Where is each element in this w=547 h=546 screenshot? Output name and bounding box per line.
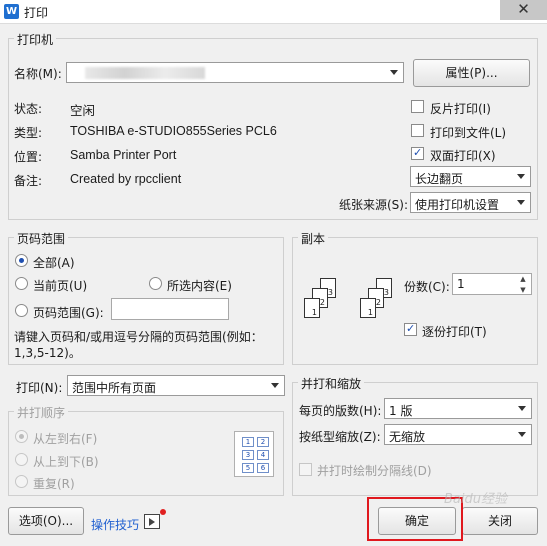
chevron-down-icon [390,70,398,75]
type-label: 类型: [14,126,43,140]
page-range-legend: 页码范围 [14,230,69,247]
duplex-mode-value: 长边翻页 [415,172,464,186]
order-top-to-bottom-label: 从上到下(B) [33,455,99,469]
options-button[interactable]: 选项(O)... [8,507,84,535]
chevron-down-icon [518,406,526,411]
paper-source-label: 纸张来源(S): [339,198,409,212]
range-current-radio[interactable] [15,277,28,290]
status-value: 空闲 [70,104,96,118]
scale-value: 无缩放 [389,430,426,444]
printer-name-select[interactable] [66,62,404,83]
order-cell: 4 [257,450,269,460]
draw-lines-checkbox[interactable] [299,463,312,476]
collate-pages-icon: 3 2 1 3 2 1 [302,278,392,334]
order-preview: 1 2 3 4 5 6 [234,431,274,477]
range-pages-radio[interactable] [15,304,28,317]
printer-group-legend: 打印机 [14,31,57,48]
play-triangle-icon [149,518,155,526]
page-range-input[interactable] [111,298,229,320]
status-label: 状态: [14,102,43,116]
comment-value: Created by rpcclient [70,172,182,186]
chevron-down-icon [271,383,279,388]
chevron-down-icon [517,174,525,179]
print-to-file-checkbox[interactable] [411,124,424,137]
duplex-checkbox[interactable] [411,146,424,160]
print-what-value: 范围中所有页面 [72,381,157,395]
zoom-legend: 并打和缩放 [298,375,365,392]
draw-lines-label: 并打时绘制分隔线(D) [317,464,432,478]
pages-per-sheet-label: 每页的版数(H): [299,404,382,418]
scale-label: 按纸型缩放(Z): [299,430,381,444]
reverse-print-checkbox[interactable] [411,100,424,113]
print-what-select[interactable]: 范围中所有页面 [67,375,285,396]
order-legend: 并打顺序 [14,404,69,421]
duplex-label: 双面打印(X) [430,149,496,163]
range-selection-label: 所选内容(E) [167,279,232,293]
paper-source-value: 使用打印机设置 [415,198,500,212]
order-left-to-right-radio[interactable] [15,430,28,443]
location-label: 位置: [14,150,43,164]
watermark: Baidu经验 [444,492,507,507]
close-button[interactable]: 关闭 [462,507,538,535]
type-value: TOSHIBA e-STUDIO855Series PCL6 [70,124,277,138]
duplex-mode-select[interactable]: 长边翻页 [410,166,531,187]
copies-count-input[interactable]: 1 ▲ ▼ [452,273,532,295]
range-current-label: 当前页(U) [33,279,88,293]
order-repeat-label: 重复(R) [33,477,75,491]
copies-legend: 副本 [298,230,329,247]
title-bar [0,0,547,24]
range-all-label: 全部(A) [33,256,75,270]
chevron-down-icon [518,432,526,437]
copies-count-value: 1 [457,277,465,291]
range-selection-radio[interactable] [149,277,162,290]
notification-dot-icon [160,509,166,515]
order-cell: 3 [242,450,254,460]
order-top-to-bottom-radio[interactable] [15,453,28,466]
collate-checkbox[interactable] [404,322,417,336]
order-cell: 2 [257,437,269,447]
video-tips-icon[interactable] [144,514,160,529]
order-repeat-radio[interactable] [15,475,28,488]
copies-count-label: 份数(C): [404,280,450,294]
order-left-to-right-label: 从左到右(F) [33,432,98,446]
paper-source-select[interactable]: 使用打印机设置 [410,192,531,213]
page-icon: 1 [304,298,320,318]
page-range-hint-line1: 请键入页码和/或用逗号分隔的页码范围(例如： [14,330,263,344]
order-cell: 6 [257,463,269,473]
copies-count-stepper[interactable]: ▲ ▼ [516,274,530,296]
printer-name-label: 名称(M): [14,67,62,81]
comment-label: 备注: [14,174,43,188]
window-title: 打印 [24,6,49,20]
reverse-print-label: 反片打印(I) [430,102,491,116]
order-cell: 5 [242,463,254,473]
pages-per-sheet-value: 1 版 [389,404,413,418]
pages-per-sheet-select[interactable]: 1 版 [384,398,532,419]
chevron-up-icon[interactable]: ▲ [516,274,530,285]
range-all-radio[interactable] [15,254,28,267]
order-cell: 1 [242,437,254,447]
window-close-button[interactable]: ✕ [500,0,547,20]
wps-app-icon: W [4,4,19,19]
tips-link[interactable]: 操作技巧 [91,516,139,533]
printer-name-redacted [85,67,205,79]
collate-label: 逐份打印(T) [422,325,487,339]
page-icon: 1 [360,298,376,318]
location-value: Samba Printer Port [70,148,177,162]
scale-select[interactable]: 无缩放 [384,424,532,445]
page-range-hint-line2: 1,3,5-12)。 [14,346,81,360]
chevron-down-icon[interactable]: ▼ [516,285,530,296]
print-what-label: 打印(N): [16,381,63,395]
range-pages-label: 页码范围(G): [33,306,104,320]
properties-button[interactable]: 属性(P)... [413,59,530,87]
print-to-file-label: 打印到文件(L) [430,126,507,140]
chevron-down-icon [517,200,525,205]
